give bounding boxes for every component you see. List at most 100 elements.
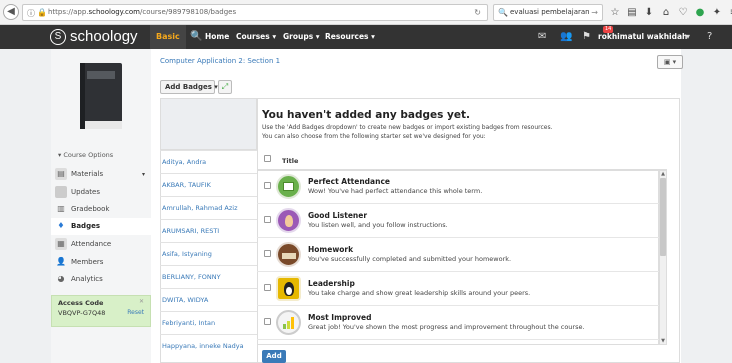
empty-description-2: You can also choose from the following s… [262, 133, 486, 140]
materials-dropdown-icon[interactable]: ▾ [142, 166, 145, 183]
badge-description: You listen well, and you follow instruct… [308, 221, 448, 229]
help-icon[interactable]: ? [707, 25, 712, 49]
badge-description: Wow! You've had perfect attendance this … [308, 187, 483, 195]
sidebar-item-label: Members [71, 258, 104, 266]
sidebar-item-attendance[interactable]: ▦ Attendance [51, 236, 151, 253]
info-icon[interactable]: ⓘ [27, 8, 35, 19]
sidebar-item-updates[interactable]: Updates [51, 184, 151, 201]
badge-description: You take charge and show great leadershi… [308, 289, 531, 297]
select-all-checkbox[interactable] [264, 155, 271, 162]
badge-checkbox[interactable] [264, 250, 271, 257]
student-row[interactable]: Happyana, inneke Nadya [160, 334, 257, 357]
menu-icon[interactable]: ≡ [727, 4, 732, 21]
course-options-toggle[interactable]: ▾ Course Options [58, 151, 113, 159]
growth-chart-badge-icon [276, 310, 301, 335]
scroll-down-icon[interactable]: ▼ [660, 338, 666, 344]
student-row[interactable]: Febriyanti, Intan [160, 311, 257, 334]
badge-name: Leadership [308, 279, 355, 288]
reset-link[interactable]: Reset [127, 309, 144, 316]
view-options-button[interactable]: ▣ ▾ [657, 55, 683, 69]
nav-groups[interactable]: Groups ▾ [283, 25, 320, 49]
badge-checkbox[interactable] [264, 318, 271, 325]
search-query: evaluasi pembelajaran [510, 8, 590, 16]
book-badge-icon [276, 242, 301, 267]
student-row[interactable]: Amrullah, Rahmad Aziz [160, 196, 257, 219]
notifications-icon[interactable]: ⚑ [582, 25, 591, 49]
attendance-icon: ▦ [55, 238, 67, 250]
access-code-close-icon[interactable]: ✕ [139, 298, 144, 305]
back-button[interactable]: ◀ [3, 4, 19, 20]
add-button[interactable]: Add [262, 350, 286, 363]
basic-label[interactable]: Basic [150, 25, 186, 49]
badge-table-header [257, 150, 667, 170]
materials-icon: ▤ [55, 168, 67, 180]
sidebar-item-label: Updates [71, 188, 100, 196]
student-row[interactable]: BERLIANY, FONNY [160, 265, 257, 288]
reading-list-icon[interactable]: ▤ [625, 4, 639, 21]
sidebar-item-materials[interactable]: ▤ Materials ▾ [51, 166, 151, 183]
username[interactable]: rokhimatul wakhidah [598, 25, 687, 49]
badge-name: Homework [308, 245, 354, 254]
analytics-icon: ◕ [57, 274, 65, 283]
add-badges-button[interactable]: Add Badges ▾ [160, 80, 218, 94]
sidebar-item-gradebook[interactable]: ▥ Gradebook [51, 201, 151, 218]
schoology-logo[interactable]: Sschoology [50, 28, 138, 45]
sidebar-item-analytics[interactable]: ◕ Analytics [51, 271, 151, 288]
sidebar-item-members[interactable]: 👤 Members [51, 254, 151, 271]
ear-badge-icon [276, 208, 301, 233]
badge-description: You've successfully completed and submit… [308, 255, 512, 263]
search-bar[interactable]: 🔍 evaluasi pembelajaran → [493, 4, 603, 21]
top-navigation: Sschoology Basic 🔍 Home Courses ▾ Groups… [0, 25, 732, 49]
user-dropdown-icon[interactable]: ▾ [686, 25, 690, 49]
sidebar-item-label: Attendance [71, 240, 112, 248]
access-code-title: Access Code [58, 299, 104, 307]
gradebook-icon: ▥ [57, 204, 65, 213]
messages-icon[interactable]: ✉ [538, 25, 546, 49]
badge-name: Perfect Attendance [308, 177, 390, 186]
reload-icon[interactable]: ↻ [474, 8, 481, 17]
student-row[interactable]: Asifa, Istyaning [160, 242, 257, 265]
logo-text: schoology [70, 28, 138, 45]
perfect-attendance-badge-icon [276, 174, 301, 199]
empty-heading: You haven't added any badges yet. [262, 109, 470, 121]
pocket-icon[interactable]: ♡ [676, 4, 690, 21]
download-icon[interactable]: ⬇ [642, 4, 656, 21]
student-row[interactable]: DWITA, WIDYA [160, 288, 257, 311]
extension-icon[interactable]: ● [693, 4, 707, 21]
badge-name: Good Listener [308, 211, 368, 220]
student-row[interactable]: AKBAR, TAUFIK [160, 173, 257, 196]
home-icon[interactable]: ⌂ [659, 4, 673, 21]
badge-icon: ♦ [57, 221, 65, 230]
course-cover[interactable] [51, 49, 151, 145]
student-row[interactable]: Aditya, Andra [160, 150, 257, 173]
badge-checkbox[interactable] [264, 216, 271, 223]
scrollbar-thumb[interactable] [660, 178, 666, 256]
student-row[interactable]: ARUMSARI, RESTI [160, 219, 257, 242]
nav-resources[interactable]: Resources ▾ [325, 25, 375, 49]
sidebar-item-badges[interactable]: ♦ Badges [51, 218, 151, 235]
course-options-label: Course Options [63, 151, 114, 159]
bookmark-star-icon[interactable]: ☆ [608, 4, 622, 21]
badge-name: Most Improved [308, 313, 372, 322]
nav-courses[interactable]: Courses ▾ [236, 25, 276, 49]
empty-description-1: Use the 'Add Badges dropdown' to create … [262, 124, 553, 131]
scroll-up-icon[interactable]: ▲ [660, 171, 666, 177]
breadcrumb[interactable]: Computer Application 2: Section 1 [160, 57, 280, 65]
badge-checkbox[interactable] [264, 182, 271, 189]
access-code-box: Access Code VBQVP-G7Q48 Reset ✕ [51, 295, 151, 327]
badge-checkbox[interactable] [264, 284, 271, 291]
members-icon: 👤 [56, 257, 66, 266]
expand-icon[interactable]: ⤢ [218, 80, 232, 94]
url-bar[interactable]: ⓘ 🔒 https://app.schoology.com/course/989… [22, 4, 488, 21]
search-icon[interactable]: 🔍 [190, 25, 202, 49]
lock-icon: 🔒 [37, 8, 47, 17]
view-dropdown-icon: ▾ [672, 58, 677, 66]
url-text: https://app.schoology.com/course/9897981… [48, 8, 237, 16]
connections-icon[interactable]: 👥 [560, 25, 572, 49]
browser-icons: ☆▤⬇⌂♡●✦≡ [608, 4, 732, 21]
nav-home[interactable]: Home [205, 25, 229, 49]
puzzle-icon[interactable]: ✦ [710, 4, 724, 21]
sidebar-item-label: Badges [71, 222, 100, 230]
sidebar-item-label: Materials [71, 170, 104, 178]
search-go-icon[interactable]: → [591, 8, 598, 17]
